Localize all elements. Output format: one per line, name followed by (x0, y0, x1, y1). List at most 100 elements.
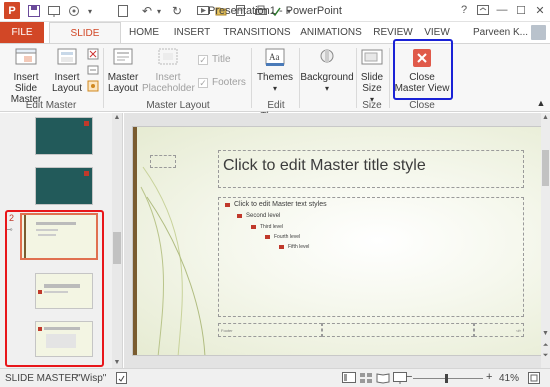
new-icon[interactable] (117, 3, 129, 19)
slide-scroll-down-icon[interactable]: ▼ (541, 330, 550, 337)
text-placeholder[interactable]: Click to edit Master text styles Second … (218, 197, 524, 317)
print-icon[interactable] (254, 3, 268, 19)
group-separator (103, 48, 104, 108)
tab-animations[interactable]: ANIMATIONS (298, 22, 364, 43)
undo-icon[interactable]: ↶ (140, 3, 154, 19)
spelling-status-icon[interactable] (116, 372, 128, 387)
title-check-icon: ✓ (198, 54, 208, 65)
insert-layout-button[interactable]: Insert Layout (51, 46, 83, 94)
scroll-down-icon[interactable]: ▼ (112, 359, 122, 367)
tab-file[interactable]: FILE (0, 22, 44, 43)
rename-icon[interactable] (86, 64, 100, 79)
close-window-icon[interactable]: ✕ (532, 2, 548, 18)
user-name[interactable]: Parveen K... (473, 27, 528, 38)
slide-master-canvas[interactable]: Click to edit Master title style Click t… (132, 126, 542, 356)
text-level-1: Click to edit Master text styles (225, 201, 327, 208)
tab-insert[interactable]: INSERT (170, 22, 214, 43)
start-from-beginning-icon[interactable] (196, 3, 210, 19)
thumbnail-layout-dark-1[interactable] (35, 117, 93, 155)
fit-slide-icon[interactable] (528, 372, 540, 387)
save-icon[interactable] (26, 3, 42, 19)
themes-button[interactable]: Aa Themes ▾ (256, 46, 294, 94)
tab-transitions[interactable]: TRANSITIONS (222, 22, 292, 43)
zoom-slider[interactable] (413, 378, 483, 379)
tab-slide-master[interactable]: SLIDE MASTER (49, 22, 121, 60)
delete-icon[interactable] (86, 48, 100, 63)
title-placeholder[interactable]: Click to edit Master title style (218, 150, 524, 188)
master-layout-icon (113, 48, 133, 65)
insert-layout-icon (57, 48, 77, 65)
preserve-icon[interactable] (86, 80, 100, 95)
slide-sorter-view-icon[interactable] (359, 372, 373, 387)
master-layout-label: Master Layout (107, 72, 139, 94)
insert-slide-master-button[interactable]: Insert Slide Master (2, 46, 50, 105)
insert-placeholder-button[interactable]: Insert Placeholder (142, 46, 195, 94)
bullet-icon (265, 235, 270, 239)
slide-scroll-thumb[interactable] (542, 150, 549, 186)
minimize-icon[interactable]: — (494, 2, 510, 18)
slide-show-icon[interactable] (46, 3, 62, 19)
background-button[interactable]: Background ▾ (300, 46, 354, 94)
ribbon-display-options-icon[interactable] (475, 2, 491, 18)
next-slide-icon[interactable]: ⏷ (541, 352, 550, 360)
slide-show-view-icon[interactable] (393, 372, 407, 387)
powerpoint-logo-icon: P (4, 2, 20, 19)
tab-home[interactable]: HOME (126, 22, 162, 43)
title-checkbox-label: Title (212, 54, 231, 65)
normal-view-icon[interactable] (342, 372, 356, 387)
themes-dropdown-icon: ▾ (272, 84, 277, 93)
footers-checkbox[interactable]: ✓ Footers (198, 77, 246, 88)
view-status: SLIDE MASTER (5, 373, 79, 384)
touch-mode-icon[interactable] (66, 3, 82, 19)
zoom-out-icon[interactable]: − (406, 371, 412, 383)
slide-number-placeholder[interactable]: ‹#› (474, 323, 524, 337)
group-separator (251, 48, 252, 108)
ribbon-tabs: FILE SLIDE MASTER HOME INSERT TRANSITION… (0, 22, 550, 60)
svg-text:Aa: Aa (269, 52, 280, 62)
avatar[interactable] (531, 25, 546, 40)
help-icon[interactable]: ? (456, 2, 472, 18)
zoom-slider-handle[interactable] (445, 374, 448, 383)
print-preview-icon[interactable] (234, 3, 248, 19)
footer-placeholder[interactable]: Footer (218, 323, 322, 337)
group-label-close: Close (409, 100, 435, 111)
theme-status: "Wisp" (77, 373, 107, 384)
slide-scroll-up-icon[interactable]: ▲ (541, 114, 550, 121)
group-separator (389, 48, 390, 108)
master-layout-button[interactable]: Master Layout (106, 46, 140, 94)
footers-check-icon: ✓ (198, 77, 208, 88)
thumbnail-layout-dark-2[interactable] (35, 167, 93, 205)
bullet-icon (237, 214, 242, 218)
group-label-size: Size (362, 100, 382, 111)
group-label-edit-master: Edit Master (25, 100, 77, 111)
ribbon: Insert Slide Master Insert Layout Edit M… (0, 43, 550, 122)
customize-qat-icon[interactable]: ▾ (284, 3, 294, 19)
text-level-3: Third level (251, 224, 283, 230)
footer-center-placeholder[interactable] (322, 323, 474, 337)
slide-size-label: Slide Size (360, 72, 384, 94)
spelling-icon[interactable] (270, 3, 282, 19)
maximize-icon[interactable]: ☐ (513, 2, 529, 18)
background-dropdown-icon: ▾ (324, 84, 329, 93)
reading-view-icon[interactable] (376, 372, 390, 387)
redo-icon[interactable]: ↻ (170, 3, 184, 19)
qat-dropdown-icon[interactable]: ▾ (84, 3, 96, 19)
date-placeholder[interactable] (150, 155, 176, 168)
themes-icon: Aa (265, 48, 285, 66)
collapse-ribbon-icon[interactable]: ▲ (536, 98, 546, 109)
status-bar: SLIDE MASTER "Wisp" − + 41% (0, 368, 550, 387)
undo-dropdown-icon[interactable]: ▾ (154, 3, 164, 19)
open-icon[interactable] (214, 3, 228, 19)
bullet-icon (225, 202, 230, 207)
footers-checkbox-label: Footers (212, 77, 246, 88)
text-level-5: Fifth level (279, 244, 309, 250)
scroll-up-icon[interactable]: ▲ (112, 114, 122, 122)
zoom-in-icon[interactable]: + (486, 371, 492, 383)
title-checkbox[interactable]: ✓ Title (198, 54, 231, 65)
themes-label: Themes (256, 72, 294, 83)
insert-placeholder-label: Insert Placeholder (142, 72, 195, 94)
slide-size-button[interactable]: Slide Size ▾ (358, 46, 386, 105)
zoom-level[interactable]: 41% (499, 373, 519, 384)
previous-slide-icon[interactable]: ⏶ (541, 342, 550, 350)
thumbnail-scroll-thumb[interactable] (113, 232, 121, 264)
